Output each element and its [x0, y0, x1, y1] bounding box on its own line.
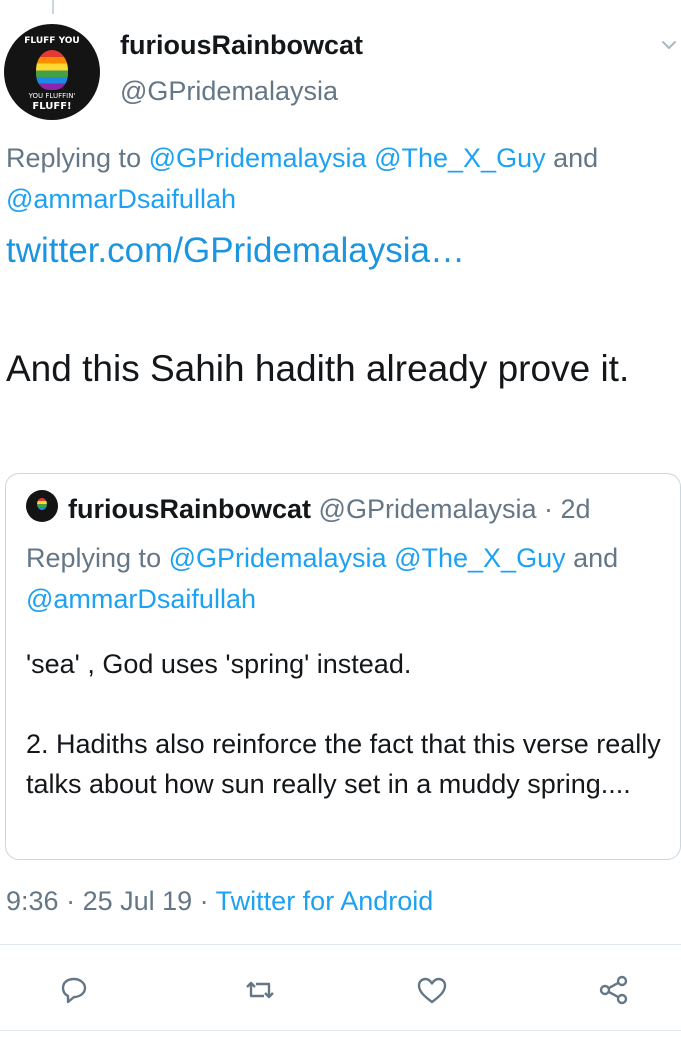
tweet-url-link[interactable]: twitter.com/GPridemalaysia… [6, 231, 465, 271]
tweet-metadata: 9:36 · 25 Jul 19 · Twitter for Android [6, 886, 433, 917]
thread-connector-line [52, 0, 54, 14]
meta-dot-separator: · [192, 886, 216, 916]
quoted-replying-to-and: and [565, 543, 619, 573]
avatar-caption-bottom: FLUFF! [32, 101, 72, 112]
mention-link[interactable]: @The_X_Guy [374, 143, 546, 173]
replying-to-line: Replying to @GPridemalaysia @The_X_Guy a… [6, 138, 674, 220]
retweet-icon [246, 981, 274, 999]
replying-to-prefix: Replying to [6, 143, 149, 173]
retweet-button[interactable] [242, 972, 278, 1008]
quoted-text-paragraph: 2. Hadiths also reinforce the fact that … [26, 729, 661, 799]
quoted-tweet-header: furiousRainbowcat @GPridemalaysia · 2d [68, 494, 591, 525]
quoted-age: 2d [560, 494, 591, 524]
quoted-avatar [26, 490, 58, 522]
tweet-client-link[interactable]: Twitter for Android [216, 886, 434, 916]
rainbow-cat-icon [37, 498, 47, 510]
avatar-caption-top: FLUFF YOU [24, 36, 80, 46]
avatar[interactable]: FLUFF YOU YOU FLUFFIN' FLUFF! [4, 24, 100, 120]
heart-icon [417, 977, 447, 1004]
quoted-text-paragraph: 'sea' , God uses 'spring' instead. [26, 649, 412, 679]
tweet-date: 25 Jul 19 [82, 886, 193, 916]
quoted-mention: @ammarDsaifullah [26, 584, 256, 614]
quoted-mention: @The_X_Guy [394, 543, 566, 573]
quoted-tweet-text: 'sea' , God uses 'spring' instead. 2. Ha… [26, 644, 666, 804]
mention-link[interactable]: @ammarDsaifullah [6, 184, 236, 214]
rainbow-cat-icon [36, 50, 68, 90]
quoted-mention: @GPridemalaysia [168, 543, 387, 573]
mention-link[interactable]: @GPridemalaysia [149, 143, 367, 173]
actions-bottom-divider [0, 1030, 681, 1031]
like-button[interactable] [414, 972, 450, 1008]
chevron-down-icon[interactable] [660, 36, 678, 54]
replying-to-and: and [545, 143, 599, 173]
quoted-display-name: furiousRainbowcat [68, 494, 312, 524]
quoted-handle: @GPridemalaysia [318, 494, 537, 524]
tweet-body-text: And this Sahih hadith already prove it. [6, 348, 630, 389]
reply-button[interactable] [56, 972, 92, 1008]
meta-dot-separator: · [58, 886, 83, 916]
author-display-name[interactable]: furiousRainbowcat [120, 30, 363, 61]
author-handle[interactable]: @GPridemalaysia [120, 76, 338, 107]
quoted-dot-separator: · [536, 494, 561, 524]
actions-top-divider [0, 944, 681, 945]
share-icon [599, 975, 628, 1005]
avatar-caption-bottom-small: YOU FLUFFIN' [28, 92, 76, 100]
reply-bubble-icon [61, 977, 87, 1004]
quoted-replying-to-line: Replying to @GPridemalaysia @The_X_Guy a… [26, 538, 666, 620]
tweet-time: 9:36 [6, 886, 59, 916]
share-button[interactable] [596, 972, 632, 1008]
quoted-replying-to-prefix: Replying to [26, 543, 169, 573]
